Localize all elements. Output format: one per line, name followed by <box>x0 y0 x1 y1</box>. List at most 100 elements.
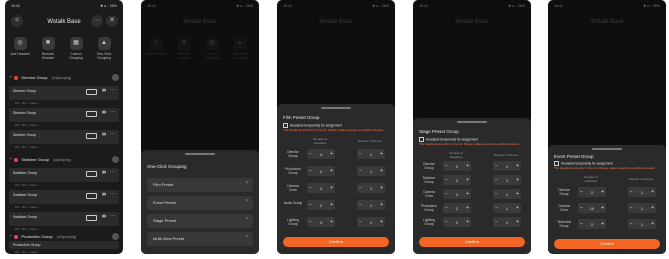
plus-button[interactable]: + <box>330 219 333 225</box>
headsets-stepper[interactable]: − 2 + <box>443 203 471 213</box>
headset-row[interactable]: Production Group <box>9 241 119 249</box>
minus-button[interactable]: − <box>495 163 498 169</box>
listener-stepper[interactable]: − 1 + <box>493 175 521 185</box>
headsets-stepper[interactable]: − 2 + <box>578 187 606 197</box>
plus-button[interactable]: + <box>466 205 469 211</box>
event-preset-option[interactable]: Event Preset › <box>147 196 253 210</box>
plus-button[interactable]: + <box>516 163 519 169</box>
gear-icon[interactable] <box>112 156 119 163</box>
plus-button[interactable]: + <box>380 202 383 208</box>
minus-button[interactable]: − <box>445 205 448 211</box>
minus-button[interactable]: − <box>580 205 583 211</box>
listener-stepper[interactable]: − 1 + <box>357 200 385 210</box>
more-icon[interactable]: ··· <box>110 191 115 197</box>
headset-row[interactable]: Switcher Group ▮▮ ··· <box>9 190 119 204</box>
remove-headset-button[interactable]: ✖ Remove Headset <box>36 37 60 60</box>
plus-button[interactable]: + <box>466 219 469 225</box>
minus-button[interactable]: − <box>359 151 362 157</box>
headset-row[interactable]: Director Group ▮▮ ··· <box>9 86 119 100</box>
minus-button[interactable]: − <box>309 202 312 208</box>
listener-stepper[interactable]: − 1 + <box>493 217 521 227</box>
listener-stepper[interactable]: − 1 + <box>493 189 521 199</box>
minus-button[interactable]: − <box>495 177 498 183</box>
minus-button[interactable]: − <box>445 191 448 197</box>
plus-button[interactable]: + <box>380 185 383 191</box>
minus-button[interactable]: − <box>359 168 362 174</box>
more-icon[interactable]: ··· <box>110 109 115 115</box>
headsets-stepper[interactable]: − 2 + <box>443 175 471 185</box>
plus-button[interactable]: + <box>601 189 604 195</box>
minus-button[interactable]: − <box>359 219 362 225</box>
plus-button[interactable]: + <box>601 205 604 211</box>
minus-button[interactable]: − <box>495 205 498 211</box>
headsets-stepper[interactable]: − 2 + <box>578 219 606 229</box>
plus-button[interactable]: + <box>651 205 654 211</box>
plus-button[interactable]: + <box>380 168 383 174</box>
headset-row[interactable]: Director Group ▮▮ ··· <box>9 130 119 144</box>
plus-button[interactable]: + <box>330 168 333 174</box>
headsets-stepper[interactable]: − 4 + <box>307 183 335 193</box>
plus-button[interactable]: + <box>330 151 333 157</box>
minus-button[interactable]: − <box>630 221 633 227</box>
plus-button[interactable]: + <box>516 219 519 225</box>
close-button[interactable]: ✕ <box>106 15 118 27</box>
headsets-stepper[interactable]: − 4 + <box>307 149 335 159</box>
minus-button[interactable]: − <box>445 219 448 225</box>
plus-button[interactable]: + <box>466 191 469 197</box>
minus-button[interactable]: − <box>580 221 583 227</box>
headset-row[interactable]: Director Group ▮▮ ··· <box>9 108 119 122</box>
film-preset-option[interactable]: Film Preset › <box>147 178 253 192</box>
sheet-handle[interactable] <box>321 107 351 109</box>
confirm-button[interactable]: Confirm <box>283 237 389 247</box>
sheet-handle[interactable] <box>592 148 622 150</box>
plus-button[interactable]: + <box>380 151 383 157</box>
plus-button[interactable]: + <box>601 221 604 227</box>
plus-button[interactable]: + <box>516 205 519 211</box>
add-headset-button[interactable]: ◎ Add Headset <box>8 37 32 56</box>
plus-button[interactable]: + <box>516 177 519 183</box>
more-icon[interactable]: ··· <box>110 169 115 175</box>
plus-button[interactable]: + <box>651 221 654 227</box>
multi-view-preset-option[interactable]: Multi-View Preset › <box>147 232 253 246</box>
more-icon[interactable]: ··· <box>110 213 115 219</box>
minus-button[interactable]: − <box>445 177 448 183</box>
headset-row[interactable]: Switcher Group ▮▮ ··· <box>9 168 119 182</box>
confirm-button[interactable]: Confirm <box>419 237 525 247</box>
listener-stepper[interactable]: − 1 + <box>357 183 385 193</box>
headsets-stepper[interactable]: −10 + <box>578 203 606 213</box>
headsets-stepper[interactable]: − 4 + <box>307 217 335 227</box>
headsets-stepper[interactable]: − 2 + <box>443 217 471 227</box>
plus-button[interactable]: + <box>466 177 469 183</box>
listener-stepper[interactable]: − 1 + <box>628 187 656 197</box>
sheet-handle[interactable] <box>185 153 215 155</box>
minus-button[interactable]: − <box>495 219 498 225</box>
headsets-stepper[interactable]: − 2 + <box>443 161 471 171</box>
listener-stepper[interactable]: − 1 + <box>357 149 385 159</box>
listener-stepper[interactable]: − 1 + <box>628 219 656 229</box>
minus-button[interactable]: − <box>359 202 362 208</box>
gear-icon[interactable] <box>112 74 119 81</box>
listener-stepper[interactable]: − 1 + <box>628 203 656 213</box>
minus-button[interactable]: − <box>309 219 312 225</box>
headsets-stepper[interactable]: − 2 + <box>443 189 471 199</box>
minus-button[interactable]: − <box>630 205 633 211</box>
group-header-switcher[interactable]: ⌃ Switcher Group (4/grouping) <box>9 155 71 164</box>
listener-stepper[interactable]: − 1 + <box>493 203 521 213</box>
group-header-director[interactable]: ⌃ Director Group (4/1grouping) <box>9 73 71 82</box>
minus-button[interactable]: − <box>359 185 362 191</box>
confirm-button[interactable]: Confirm <box>554 239 660 249</box>
plus-button[interactable]: + <box>330 185 333 191</box>
minus-button[interactable]: − <box>580 189 583 195</box>
listener-stepper[interactable]: − 1 + <box>357 217 385 227</box>
minus-button[interactable]: − <box>495 191 498 197</box>
minus-button[interactable]: − <box>630 189 633 195</box>
custom-grouping-button[interactable]: ▦ Custom Grouping <box>64 37 88 60</box>
minus-button[interactable]: − <box>445 163 448 169</box>
headsets-stepper[interactable]: − 2 + <box>307 200 335 210</box>
gear-icon[interactable] <box>112 233 119 240</box>
plus-button[interactable]: + <box>330 202 333 208</box>
headset-row[interactable]: Switcher Group ▮▮ ··· <box>9 212 119 226</box>
listener-stepper[interactable]: − 1 + <box>357 166 385 176</box>
one-click-grouping-button[interactable]: ▲ One-Click Grouping <box>92 37 116 60</box>
stage-preset-option[interactable]: Stage Preset › <box>147 214 253 228</box>
